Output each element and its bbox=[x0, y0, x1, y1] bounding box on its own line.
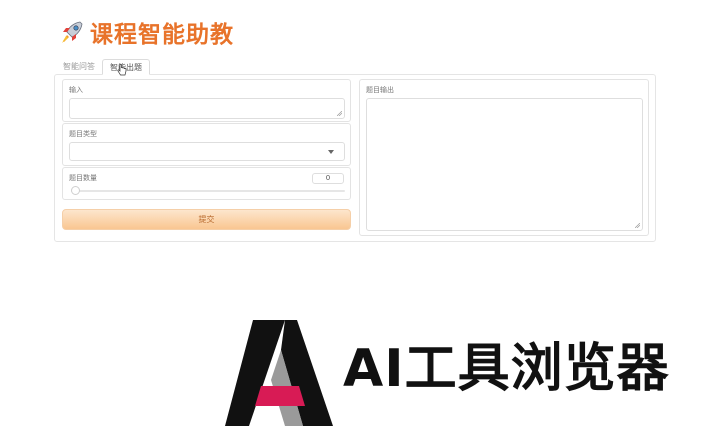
output-textarea[interactable] bbox=[366, 98, 643, 231]
resize-handle-icon[interactable] bbox=[337, 111, 342, 116]
input-textarea[interactable] bbox=[69, 98, 345, 119]
slider-thumb[interactable] bbox=[71, 186, 80, 195]
output-block: 题目输出 bbox=[359, 79, 649, 236]
hand-cursor-icon bbox=[117, 64, 127, 76]
rocket-icon bbox=[62, 21, 83, 43]
chevron-down-icon bbox=[328, 150, 334, 154]
question-count-label: 题目数量 bbox=[69, 174, 97, 182]
submit-button[interactable]: 提交 bbox=[62, 209, 351, 230]
tab-smart-qa[interactable]: 智能问答 bbox=[56, 59, 102, 75]
input-label: 输入 bbox=[69, 86, 83, 94]
app-header: 课程智能助教 bbox=[58, 16, 234, 48]
watermark: AI工具浏览器 bbox=[225, 320, 669, 426]
question-type-select[interactable] bbox=[69, 142, 345, 161]
output-label: 题目输出 bbox=[366, 86, 394, 94]
ai-tool-browser-logo-icon bbox=[225, 320, 333, 426]
tab-bar: 智能问答 智能出题 bbox=[56, 58, 150, 75]
watermark-text: AI工具浏览器 bbox=[343, 339, 670, 399]
question-count-input[interactable]: 0 bbox=[312, 173, 344, 184]
resize-handle-icon[interactable] bbox=[635, 223, 640, 228]
question-count-slider[interactable] bbox=[71, 190, 345, 192]
question-type-block: 题目类型 bbox=[62, 123, 351, 166]
question-type-label: 题目类型 bbox=[69, 130, 97, 138]
app-title: 课程智能助教 bbox=[90, 22, 234, 48]
input-block: 输入 bbox=[62, 79, 351, 122]
question-count-block: 题目数量 0 bbox=[62, 167, 351, 200]
